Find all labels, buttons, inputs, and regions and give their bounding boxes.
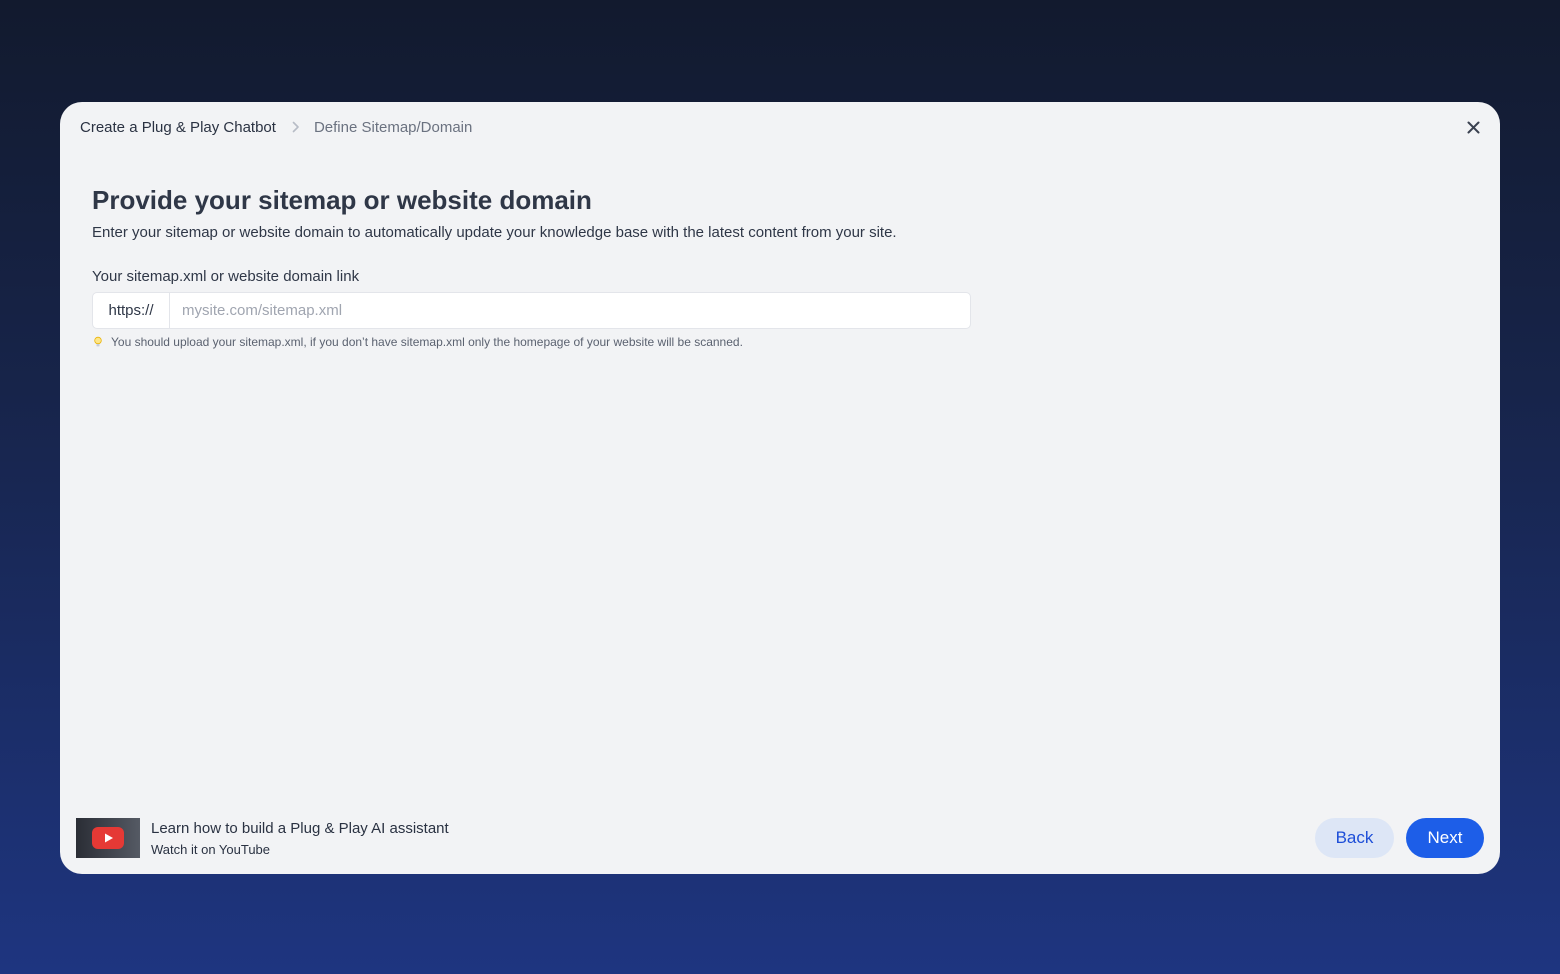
next-button[interactable]: Next	[1406, 818, 1484, 858]
lightbulb-icon	[92, 336, 104, 348]
sitemap-field-label: Your sitemap.xml or website domain link	[92, 268, 360, 285]
page-title: Provide your sitemap or website domain	[92, 185, 592, 215]
breadcrumb: Create a Plug & Play Chatbot Define Site…	[80, 116, 472, 138]
chevron-right-icon	[292, 121, 300, 133]
breadcrumb-root[interactable]: Create a Plug & Play Chatbot	[80, 119, 276, 136]
close-icon	[1467, 121, 1480, 134]
page-subtitle: Enter your sitemap or website domain to …	[92, 224, 897, 241]
sitemap-input-group: https://	[92, 292, 971, 329]
sitemap-hint-text: You should upload your sitemap.xml, if y…	[111, 335, 743, 349]
main-content: Provide your sitemap or website domain E…	[92, 184, 992, 349]
video-title: Learn how to build a Plug & Play AI assi…	[151, 819, 449, 837]
close-button[interactable]	[1462, 116, 1484, 138]
back-button[interactable]: Back	[1315, 818, 1394, 858]
video-thumbnail	[76, 818, 140, 858]
sitemap-url-input[interactable]	[170, 293, 970, 328]
video-text: Learn how to build a Plug & Play AI assi…	[151, 819, 449, 858]
video-subtitle: Watch it on YouTube	[151, 841, 271, 857]
youtube-play-icon	[92, 827, 124, 849]
create-chatbot-modal: Create a Plug & Play Chatbot Define Site…	[60, 102, 1500, 874]
youtube-tutorial-link[interactable]: Learn how to build a Plug & Play AI assi…	[76, 818, 449, 858]
url-prefix: https://	[93, 293, 170, 328]
sitemap-hint: You should upload your sitemap.xml, if y…	[92, 335, 992, 349]
breadcrumb-current: Define Sitemap/Domain	[313, 118, 473, 136]
